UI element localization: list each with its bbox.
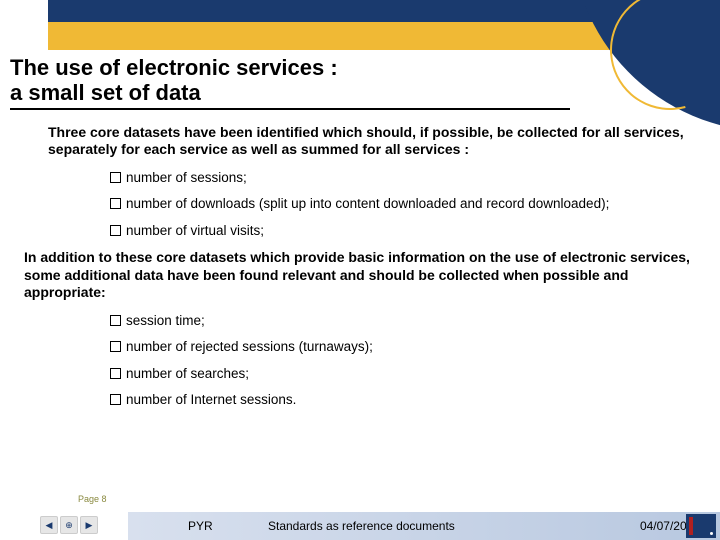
footer-bar: PYR Standards as reference documents 04/…	[128, 512, 720, 540]
list-item: number of downloads (split up into conte…	[110, 195, 680, 213]
page-number: Page 8	[78, 494, 107, 504]
prev-button[interactable]: ◀	[40, 516, 58, 534]
footer-author: PYR	[188, 519, 268, 533]
footer-doc-title: Standards as reference documents	[268, 519, 610, 533]
globe-icon: ⊕	[65, 520, 73, 531]
list-item: number of Internet sessions.	[110, 391, 680, 409]
next-button[interactable]: ▶	[80, 516, 98, 534]
core-bullet-list: number of sessions; number of downloads …	[110, 169, 680, 240]
title-line-1: The use of electronic services :	[10, 55, 338, 80]
additional-paragraph: In addition to these core datasets which…	[24, 249, 690, 302]
nav-controls: ◀ ⊕ ▶	[40, 516, 98, 534]
home-button[interactable]: ⊕	[60, 516, 78, 534]
slide-title: The use of electronic services : a small…	[10, 55, 570, 110]
arrow-right-icon: ▶	[86, 520, 93, 531]
arrow-left-icon: ◀	[46, 520, 53, 531]
footer: Page 8 ◀ ⊕ ▶ PYR Standards as reference …	[0, 490, 720, 540]
list-item: number of searches;	[110, 365, 680, 383]
list-item: number of rejected sessions (turnaways);	[110, 338, 680, 356]
list-item: session time;	[110, 312, 680, 330]
additional-bullet-list: session time; number of rejected session…	[110, 312, 680, 409]
intro-paragraph: Three core datasets have been identified…	[48, 124, 690, 159]
slide-content: The use of electronic services : a small…	[10, 55, 710, 418]
list-item: number of sessions;	[110, 169, 680, 187]
insee-logo-icon	[686, 514, 716, 538]
list-item: number of virtual visits;	[110, 222, 680, 240]
title-line-2: a small set of data	[10, 80, 201, 105]
